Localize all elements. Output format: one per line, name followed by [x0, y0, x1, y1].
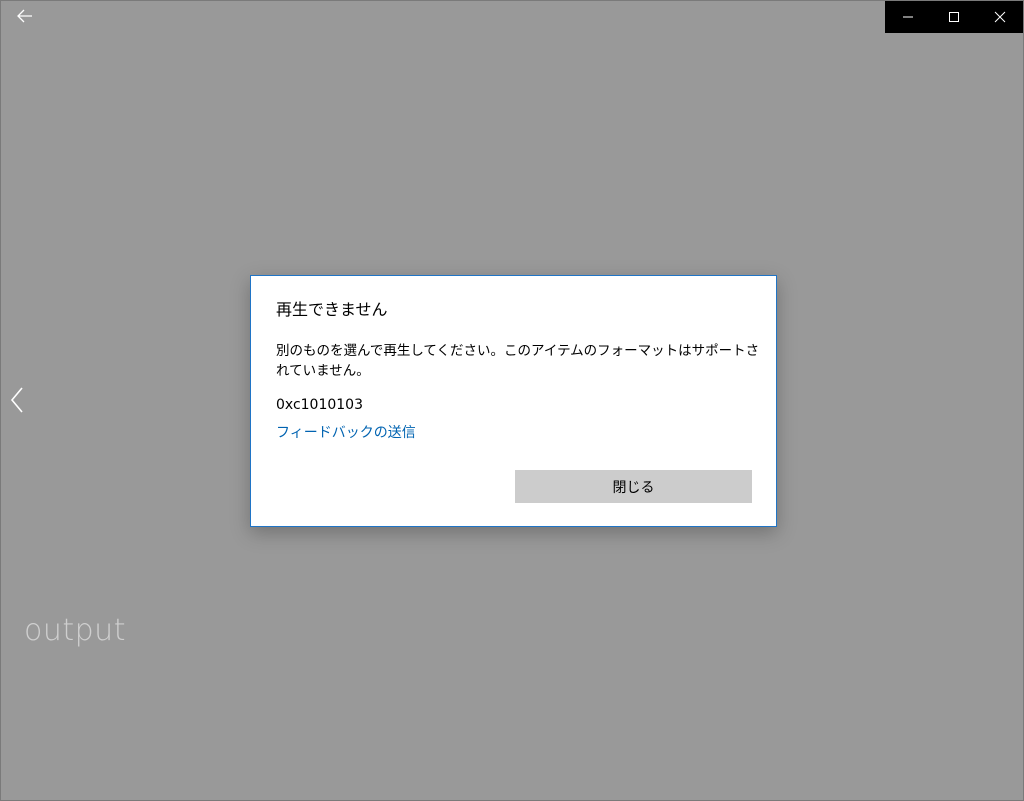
- error-code: 0xc1010103: [276, 397, 363, 413]
- chevron-left-icon: [10, 387, 24, 417]
- close-button[interactable]: 閉じる: [515, 470, 752, 503]
- media-title: output: [24, 613, 126, 648]
- maximize-icon: [948, 8, 960, 27]
- close-window-button[interactable]: [977, 1, 1023, 33]
- media-player-window: output 再生できません 別のものを選んで再生してください。このアイテムのフ…: [0, 0, 1024, 801]
- back-button[interactable]: [9, 5, 41, 29]
- dialog-message: 別のものを選んで再生してください。このアイテムのフォーマットはサポートされていま…: [276, 343, 760, 379]
- minimize-icon: [902, 8, 914, 27]
- previous-button[interactable]: [5, 385, 29, 419]
- send-feedback-link[interactable]: フィードバックの送信: [276, 422, 416, 442]
- error-dialog: 再生できません 別のものを選んで再生してください。このアイテムのフォーマットはサ…: [250, 275, 777, 527]
- minimize-button[interactable]: [885, 1, 931, 33]
- maximize-button[interactable]: [931, 1, 977, 33]
- caption-controls: [885, 1, 1023, 33]
- close-icon: [994, 8, 1006, 27]
- dialog-title: 再生できません: [276, 300, 388, 319]
- back-arrow-icon: [17, 8, 33, 27]
